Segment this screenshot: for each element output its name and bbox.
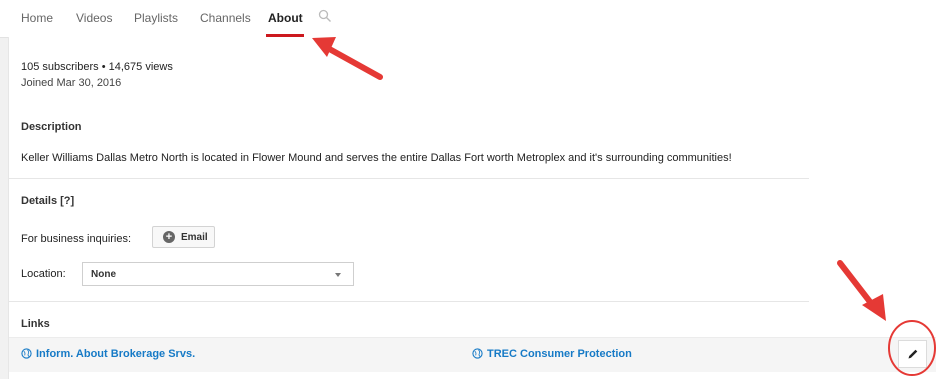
description-title: Description (21, 121, 82, 133)
edit-links-button[interactable] (898, 340, 927, 368)
about-panel: 105 subscribers • 14,675 views Joined Ma… (8, 37, 936, 379)
business-inquiries-label: For business inquiries: (21, 233, 132, 245)
description-text: Keller Williams Dallas Metro North is lo… (21, 152, 732, 164)
plus-circle-icon: + (163, 231, 175, 243)
link-trec-label: TREC Consumer Protection (487, 348, 632, 360)
links-title: Links (21, 318, 50, 330)
link-brokerage-label: Inform. About Brokerage Srvs. (36, 348, 196, 360)
pencil-icon (908, 349, 918, 359)
divider (9, 178, 809, 179)
location-label: Location: (21, 268, 66, 280)
joined-date: Joined Mar 30, 2016 (21, 77, 122, 89)
location-select-value: None (91, 269, 116, 280)
email-button[interactable]: + Email (152, 226, 215, 248)
channel-stats: 105 subscribers • 14,675 views (21, 61, 173, 73)
globe-icon (21, 348, 32, 359)
globe-icon (472, 348, 483, 359)
location-select[interactable]: None (82, 262, 354, 286)
email-button-label: Email (181, 232, 208, 243)
tab-channels[interactable]: Channels (200, 11, 251, 25)
divider (9, 301, 809, 302)
tab-videos[interactable]: Videos (76, 11, 112, 25)
details-title: Details [?] (21, 195, 75, 207)
tab-playlists[interactable]: Playlists (134, 11, 178, 25)
tab-about[interactable]: About (268, 11, 303, 25)
channel-tab-bar: Home Videos Playlists Channels About (0, 0, 936, 38)
links-row: Inform. About Brokerage Srvs. TREC Consu… (9, 337, 936, 372)
search-icon[interactable] (318, 9, 332, 23)
link-trec[interactable]: TREC Consumer Protection (472, 348, 632, 360)
link-brokerage[interactable]: Inform. About Brokerage Srvs. (21, 348, 195, 360)
chevron-down-icon (335, 273, 341, 277)
tab-home[interactable]: Home (21, 11, 53, 25)
